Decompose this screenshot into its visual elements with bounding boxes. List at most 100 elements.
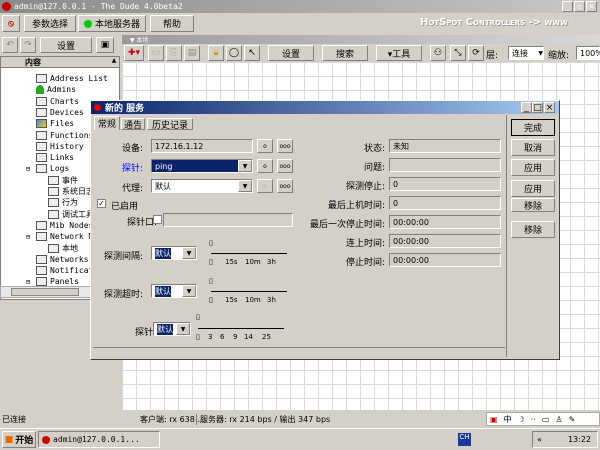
connect-icon[interactable]: ⤡ bbox=[450, 45, 466, 61]
tray-expand-icon[interactable]: « bbox=[537, 435, 542, 444]
tree-item[interactable]: Mib Nodes bbox=[36, 220, 93, 231]
down-count-slider[interactable]: ▯ ▯ 3 6 9 14 25 bbox=[196, 313, 286, 345]
tree-item[interactable]: 本地 bbox=[48, 243, 78, 254]
layout-icon[interactable]: ⟳ bbox=[468, 45, 484, 61]
agent-select[interactable]: 默认 ▼ bbox=[151, 179, 253, 193]
port-field[interactable] bbox=[163, 213, 293, 227]
probe-down-label: 探测停止: bbox=[345, 182, 385, 192]
tree-item-label: 事件 bbox=[62, 175, 78, 185]
left-settings-button[interactable]: 设置 bbox=[40, 37, 92, 53]
tree-item[interactable]: Functions bbox=[36, 130, 93, 141]
export-icon[interactable]: ▣ bbox=[96, 37, 114, 53]
user-icon[interactable]: ♙ bbox=[555, 415, 562, 424]
down-count-dropdown[interactable]: 默认 ▼ bbox=[153, 322, 191, 336]
add-button[interactable]: ✚▾ bbox=[124, 45, 144, 61]
apply-button[interactable]: 应用 bbox=[511, 159, 555, 176]
layer-select[interactable]: 连接 ▼ bbox=[508, 46, 544, 60]
tree-item[interactable]: 事件 bbox=[48, 175, 78, 186]
device-browse-button[interactable]: ooo bbox=[277, 139, 293, 153]
enabled-checkbox[interactable]: ✓ bbox=[97, 199, 106, 208]
tree-item[interactable]: Links bbox=[36, 152, 74, 163]
tree-item[interactable]: Address List bbox=[36, 73, 108, 84]
done-button[interactable]: 完成 bbox=[511, 119, 555, 136]
wrench-icon[interactable]: ✎ bbox=[569, 415, 576, 424]
maximize-button[interactable]: ▫ bbox=[574, 1, 585, 12]
tools-button[interactable]: ▾工具 bbox=[376, 45, 422, 61]
close-button[interactable]: × bbox=[586, 1, 597, 12]
redo-button[interactable]: ↷ bbox=[20, 37, 36, 53]
punct-icon[interactable]: ·· bbox=[531, 415, 536, 424]
taskbar-app-button[interactable]: admin@127.0.0.1... bbox=[38, 431, 160, 448]
dialog-close[interactable]: × bbox=[544, 102, 555, 113]
lasso-icon[interactable]: ◯ bbox=[226, 45, 242, 61]
pointer-icon[interactable]: ↖ bbox=[244, 45, 260, 61]
tree-item[interactable]: Devices bbox=[36, 107, 84, 118]
tree-item[interactable]: ⊟ Logs bbox=[26, 163, 69, 174]
start-button[interactable]: ■ 开始 bbox=[2, 431, 36, 448]
tick-label: 3h bbox=[267, 296, 276, 304]
binoculars-icon[interactable]: ⚇ bbox=[430, 45, 446, 61]
log-icon bbox=[48, 198, 59, 208]
tree-item[interactable]: 行为 bbox=[48, 197, 78, 208]
ime-logo-icon[interactable]: ▣ bbox=[490, 415, 498, 424]
local-server-button[interactable]: 本地服务器 bbox=[78, 15, 146, 32]
probe-select[interactable]: ping ▼ bbox=[151, 159, 253, 173]
apply-button-2[interactable]: 应用 bbox=[511, 180, 555, 197]
collapse-icon[interactable]: ⊟ bbox=[26, 165, 30, 173]
paste-button[interactable]: ▤ bbox=[184, 45, 200, 61]
probe-browse-button[interactable]: ooo bbox=[277, 159, 293, 173]
status-label: 状态: bbox=[363, 144, 385, 154]
search-button[interactable]: 搜索 bbox=[322, 45, 368, 61]
remove-button-2[interactable]: 移除 bbox=[511, 221, 555, 238]
dialog-maximize[interactable]: □ bbox=[532, 102, 543, 113]
interval-select[interactable]: 默认 ▼ bbox=[151, 246, 197, 260]
tree-item[interactable]: 调试工具 bbox=[48, 209, 94, 220]
remove-button-1[interactable]: 移除 bbox=[511, 198, 555, 212]
dialog-minimize[interactable]: _ bbox=[521, 102, 532, 113]
tab-history[interactable]: 历史记录 bbox=[147, 118, 193, 131]
undo-button[interactable]: ↶ bbox=[2, 37, 18, 53]
ime-chinese[interactable]: 中 bbox=[504, 414, 512, 425]
windows-logo-icon: ■ bbox=[4, 434, 14, 445]
tray-ime-icon[interactable]: CH bbox=[458, 433, 471, 446]
tick-label: 6 bbox=[220, 333, 225, 341]
tree-scroll-up[interactable]: ▲ bbox=[109, 57, 119, 68]
collapse-icon[interactable]: ⊟ bbox=[26, 278, 30, 286]
tab-notifications[interactable]: 通告 bbox=[121, 118, 145, 131]
keyboard-icon[interactable]: ▭ bbox=[542, 415, 550, 424]
tree-item[interactable]: Charts bbox=[36, 96, 79, 107]
tree-item[interactable]: Files bbox=[36, 118, 74, 129]
device-open-button[interactable]: o bbox=[257, 139, 273, 153]
device-label: 设备: bbox=[121, 144, 143, 154]
device-field[interactable]: 172.16.1.12 bbox=[151, 139, 253, 153]
timeout-select[interactable]: 默认 ▼ bbox=[151, 284, 197, 298]
lock-icon[interactable]: 🔒︎ bbox=[208, 45, 224, 61]
folder-icon bbox=[36, 220, 47, 230]
collapse-icon[interactable]: ⊟ bbox=[26, 233, 30, 241]
agent-open-button[interactable]: o bbox=[257, 179, 273, 193]
tree-item[interactable]: 系统日志 bbox=[48, 186, 94, 197]
copy-button[interactable]: ⎘ bbox=[166, 45, 182, 61]
tree-item-label: 行为 bbox=[62, 198, 78, 208]
interval-slider[interactable]: ▯ ▯ 15s 10m 3h bbox=[209, 239, 289, 269]
service-dialog: 新的 服务 _ □ × 常规 通告 历史记录 设备: 172.16.1.12 o… bbox=[90, 100, 560, 360]
prefs-button[interactable]: 参数选择 bbox=[24, 15, 76, 32]
moon-icon[interactable]: ☽ bbox=[518, 415, 525, 424]
cancel-button[interactable]: 取消 bbox=[511, 139, 555, 156]
minimize-button[interactable]: _ bbox=[562, 1, 573, 12]
timeout-label: 探测超时: bbox=[103, 290, 143, 300]
tab-general[interactable]: 常规 bbox=[94, 116, 120, 130]
last-down-field: 00:00:00 bbox=[389, 215, 501, 229]
tree-item[interactable]: Admins bbox=[36, 84, 76, 95]
agent-browse-button[interactable]: ooo bbox=[277, 179, 293, 193]
remove-button[interactable]: ▭ bbox=[148, 45, 164, 61]
tree-item[interactable]: Networks bbox=[36, 254, 89, 265]
probe-open-button[interactable]: o bbox=[257, 159, 273, 173]
port-checkbox[interactable] bbox=[153, 215, 162, 224]
disconnect-button[interactable]: ⦸ bbox=[2, 15, 20, 32]
timeout-slider[interactable]: ▯ ▯ 15s 10m 3h bbox=[209, 277, 289, 307]
zoom-input[interactable]: 100% bbox=[576, 46, 600, 60]
tree-item-label: Functions bbox=[50, 130, 94, 140]
map-settings-button[interactable]: 设置 bbox=[268, 45, 314, 61]
help-button[interactable]: 帮助 bbox=[150, 15, 194, 32]
